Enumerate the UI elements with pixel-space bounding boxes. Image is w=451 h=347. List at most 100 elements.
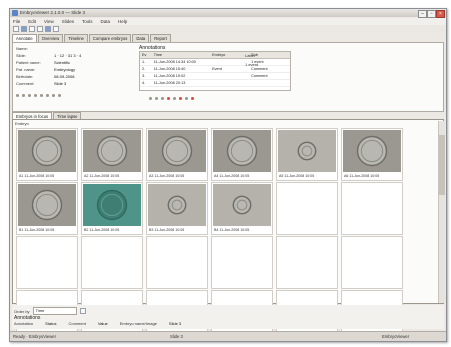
empty-thumbnail-slot	[16, 236, 78, 289]
thumbnail-caption: A2 11-Jun-2008 10:05	[84, 174, 120, 178]
print-icon[interactable]	[37, 26, 43, 32]
empty-thumbnail-slot	[341, 182, 403, 235]
tab-overview[interactable]: Overview	[37, 34, 64, 42]
thumbnail-caption: A1 11-Jun-2008 10:05	[19, 174, 55, 178]
field-value[interactable]: 08-09-2008	[54, 74, 74, 81]
empty-thumbnail-slot	[211, 236, 273, 289]
play-icon[interactable]	[45, 26, 51, 32]
sort-select[interactable]: Time	[32, 307, 77, 315]
embryo-thumbnail[interactable]: A6 11-Jun-2008 10:05	[341, 128, 403, 181]
tab-data[interactable]: Data	[132, 34, 150, 42]
open-icon[interactable]	[21, 26, 27, 32]
table-cell	[210, 59, 249, 65]
minimize-button[interactable]: –	[418, 10, 427, 18]
embryo-image[interactable]	[213, 184, 271, 226]
menu-tools[interactable]: Tools	[82, 18, 93, 25]
embryo-thumbnail[interactable]: A3 11-Jun-2008 10:05	[146, 128, 208, 181]
table-row[interactable]: 1. 11-Jun-2008 14:34 10:00 1 event	[140, 59, 290, 66]
status-left: Ready · EmbryoViewer	[13, 334, 56, 339]
field-value[interactable]: Status	[45, 321, 56, 326]
marker-dot[interactable]	[173, 97, 176, 100]
vertical-scrollbar[interactable]	[438, 121, 445, 303]
marker-dot[interactable]	[22, 94, 25, 97]
tab-compare[interactable]: Compare embryos	[88, 34, 132, 42]
new-icon[interactable]	[13, 26, 19, 32]
field-value[interactable]: Value	[98, 321, 108, 326]
thumbnail-caption: B1 11-Jun-2008 10:05	[19, 228, 55, 232]
field-value[interactable]: Scientific	[54, 60, 70, 67]
marker-dot-highlight[interactable]	[191, 97, 194, 100]
field-value[interactable]: 1 · 12 · 31 3 · 4	[54, 53, 81, 60]
embryo-shape	[167, 195, 187, 215]
sort-icon[interactable]	[79, 308, 86, 314]
status-mid: Slide 3	[170, 334, 183, 339]
embryo-thumbnail[interactable]: A5 11-Jun-2008 10:05	[276, 128, 338, 181]
close-button[interactable]: ×	[436, 10, 445, 18]
marker-dot-highlight[interactable]	[167, 97, 170, 100]
marker-dot[interactable]	[149, 97, 152, 100]
embryo-thumbnail[interactable]: A2 11-Jun-2008 10:05	[81, 128, 143, 181]
table-cell: 11-Jun-2008 20:13	[153, 81, 186, 85]
table-row[interactable]: 4. 11-Jun-2008 20:13	[140, 80, 290, 87]
settings-icon[interactable]	[53, 26, 59, 32]
field-label: Comment	[68, 321, 86, 326]
embryo-shape	[31, 135, 63, 167]
field-value[interactable]: Embryology	[54, 67, 75, 74]
marker-dot[interactable]	[161, 97, 164, 100]
marker-dot[interactable]	[155, 97, 158, 100]
table-row[interactable]: 2. 11-Jun-2008 15:40 Event Comment	[140, 66, 290, 73]
menu-edit[interactable]: Edit	[28, 18, 36, 25]
embryo-thumbnail[interactable]: B3 11-Jun-2008 10:05	[146, 182, 208, 235]
status-right: EmbryoViewer	[382, 334, 410, 339]
embryo-image[interactable]	[83, 184, 141, 226]
marker-dot[interactable]	[52, 94, 55, 97]
scrollbar-thumb[interactable]	[439, 135, 445, 195]
menu-view[interactable]: View	[44, 18, 54, 25]
embryo-image[interactable]	[213, 130, 271, 172]
embryo-thumbnail[interactable]: B1 11-Jun-2008 10:05	[16, 182, 78, 235]
tab-timeline[interactable]: Timeline	[64, 34, 88, 42]
table-cell	[210, 73, 249, 79]
embryo-image[interactable]	[148, 130, 206, 172]
menu-slides[interactable]: Slides	[62, 18, 74, 25]
embryo-image[interactable]	[83, 130, 141, 172]
marker-dot[interactable]	[28, 94, 31, 97]
field-label: 1 event	[245, 62, 259, 67]
table-cell: 4.	[142, 81, 146, 85]
thumbnail-caption: B2 11-Jun-2008 10:05	[84, 228, 120, 232]
embryo-thumbnail[interactable]: B4 11-Jun-2008 10:05	[211, 182, 273, 235]
embryo-image[interactable]	[18, 130, 76, 172]
marker-dot-highlight[interactable]	[179, 97, 182, 100]
menu-file[interactable]: File	[13, 18, 20, 25]
marker-dot[interactable]	[185, 97, 188, 100]
main-tabs: Annotate Overview Timeline Compare embry…	[12, 34, 171, 43]
embryo-image[interactable]	[18, 184, 76, 226]
marker-dot[interactable]	[58, 94, 61, 97]
table-header: Ev Time Embryo Sub	[140, 52, 290, 59]
embryo-shape	[356, 135, 388, 167]
embryo-image[interactable]	[148, 184, 206, 226]
table-cell: Event	[212, 67, 222, 71]
embryo-thumbnail[interactable]: A4 11-Jun-2008 10:05	[211, 128, 273, 181]
menu-help[interactable]: Help	[118, 18, 127, 25]
field-value[interactable]: Slide 3	[169, 321, 181, 326]
field-value[interactable]: Slide 3	[54, 81, 66, 88]
save-icon[interactable]	[29, 26, 35, 32]
maximize-button[interactable]: ▫	[427, 10, 436, 18]
field-label: Label	[245, 53, 255, 58]
tab-report[interactable]: Report	[150, 34, 171, 42]
table-cell: 11-Jun-2008 15:40	[153, 67, 186, 71]
toolbar	[10, 25, 446, 33]
embryo-thumbnail[interactable]: A1 11-Jun-2008 10:05	[16, 128, 78, 181]
table-cell: Comment	[251, 74, 268, 78]
marker-dot[interactable]	[46, 94, 49, 97]
marker-dot[interactable]	[16, 94, 19, 97]
embryo-image[interactable]	[343, 130, 401, 172]
table-cell: 2.	[142, 67, 146, 71]
table-row[interactable]: 3. 11-Jun-2008 19:02 Comment	[140, 73, 290, 80]
menu-data[interactable]: Data	[101, 18, 111, 25]
embryo-thumbnail[interactable]: B2 11-Jun-2008 10:05	[81, 182, 143, 235]
marker-dot[interactable]	[34, 94, 37, 97]
marker-dot[interactable]	[40, 94, 43, 97]
embryo-image[interactable]	[278, 130, 336, 172]
